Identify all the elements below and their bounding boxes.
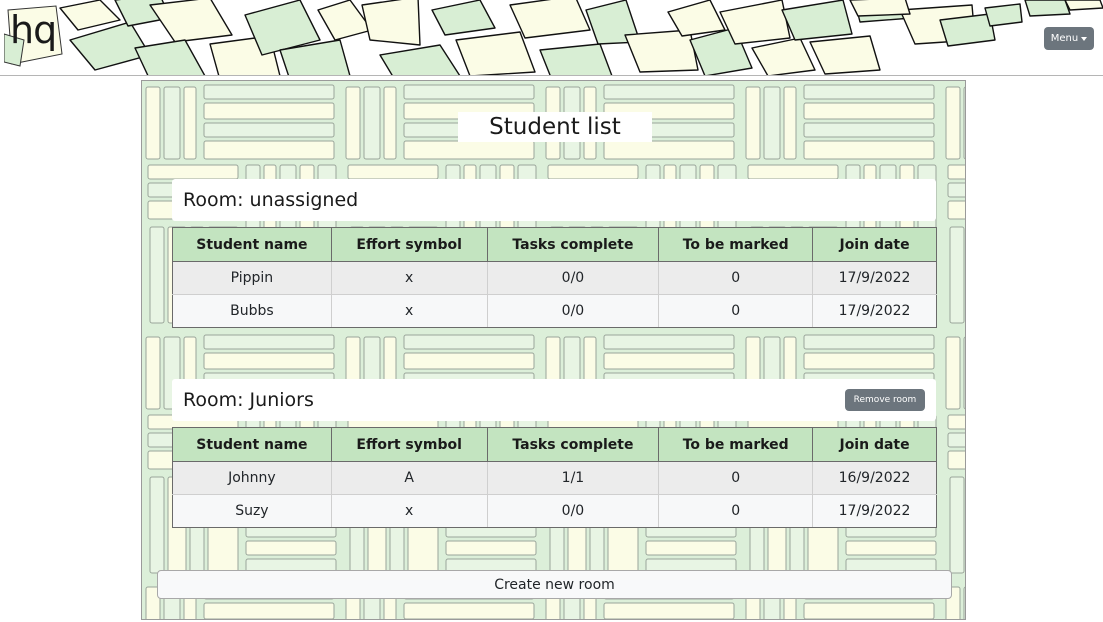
column-header-student-name[interactable]: Student name bbox=[172, 227, 332, 262]
column-header-effort-symbol[interactable]: Effort symbol bbox=[330, 427, 488, 462]
column-header-join-date[interactable]: Join date bbox=[812, 227, 937, 262]
column-header-join-date[interactable]: Join date bbox=[812, 427, 937, 462]
caret-down-icon bbox=[1081, 36, 1088, 41]
effort-symbol-cell: x bbox=[330, 261, 488, 295]
table-row[interactable]: Suzy x 0/0 0 17/9/2022 bbox=[172, 494, 937, 528]
tasks-complete-cell: 0/0 bbox=[486, 494, 660, 528]
remove-room-button[interactable]: Remove room bbox=[845, 389, 925, 411]
student-table-juniors: Student name Effort symbol Tasks complet… bbox=[172, 427, 937, 528]
table-header-row: Student name Effort symbol Tasks complet… bbox=[172, 427, 937, 462]
to-be-marked-cell: 0 bbox=[658, 294, 814, 328]
to-be-marked-cell: 0 bbox=[658, 261, 814, 295]
table-row[interactable]: Pippin x 0/0 0 17/9/2022 bbox=[172, 261, 937, 295]
table-header-row: Student name Effort symbol Tasks complet… bbox=[172, 227, 937, 262]
page-title: Student list bbox=[458, 112, 652, 142]
table-row[interactable]: Bubbs x 0/0 0 17/9/2022 bbox=[172, 294, 937, 328]
join-date-cell: 16/9/2022 bbox=[812, 461, 937, 495]
join-date-cell: 17/9/2022 bbox=[812, 494, 937, 528]
effort-symbol-cell: x bbox=[330, 294, 488, 328]
effort-symbol-cell: A bbox=[330, 461, 488, 495]
student-list-panel: Student list Room: unassigned Student na… bbox=[141, 80, 966, 620]
room-heading: Room: Juniors bbox=[183, 389, 314, 411]
column-header-to-be-marked[interactable]: To be marked bbox=[658, 427, 814, 462]
create-room-button[interactable]: Create new room bbox=[157, 570, 952, 599]
join-date-cell: 17/9/2022 bbox=[812, 294, 937, 328]
student-name-cell[interactable]: Pippin bbox=[172, 261, 332, 295]
student-name-cell[interactable]: Bubbs bbox=[172, 294, 332, 328]
flying-papers-decoration bbox=[59, 0, 1103, 75]
menu-button-label: Menu bbox=[1050, 33, 1079, 44]
column-header-tasks-complete[interactable]: Tasks complete bbox=[486, 227, 660, 262]
student-table-unassigned: Student name Effort symbol Tasks complet… bbox=[172, 227, 937, 328]
room-header-juniors: Room: Juniors Remove room bbox=[172, 379, 936, 421]
app-header: hq Menu bbox=[0, 0, 1103, 76]
to-be-marked-cell: 0 bbox=[658, 461, 814, 495]
room-header-unassigned: Room: unassigned bbox=[172, 179, 936, 221]
effort-symbol-cell: x bbox=[330, 494, 488, 528]
to-be-marked-cell: 0 bbox=[658, 494, 814, 528]
logo-text[interactable]: hq bbox=[10, 8, 57, 52]
menu-button[interactable]: Menu bbox=[1044, 27, 1094, 50]
column-header-effort-symbol[interactable]: Effort symbol bbox=[330, 227, 488, 262]
join-date-cell: 17/9/2022 bbox=[812, 261, 937, 295]
room-heading: Room: unassigned bbox=[183, 189, 359, 211]
column-header-tasks-complete[interactable]: Tasks complete bbox=[486, 427, 660, 462]
tasks-complete-cell: 0/0 bbox=[486, 294, 660, 328]
student-name-cell[interactable]: Johnny bbox=[172, 461, 332, 495]
student-name-cell[interactable]: Suzy bbox=[172, 494, 332, 528]
column-header-student-name[interactable]: Student name bbox=[172, 427, 332, 462]
table-row[interactable]: Johnny A 1/1 0 16/9/2022 bbox=[172, 461, 937, 495]
column-header-to-be-marked[interactable]: To be marked bbox=[658, 227, 814, 262]
tasks-complete-cell: 1/1 bbox=[486, 461, 660, 495]
bookshelf-background bbox=[142, 81, 965, 619]
tasks-complete-cell: 0/0 bbox=[486, 261, 660, 295]
